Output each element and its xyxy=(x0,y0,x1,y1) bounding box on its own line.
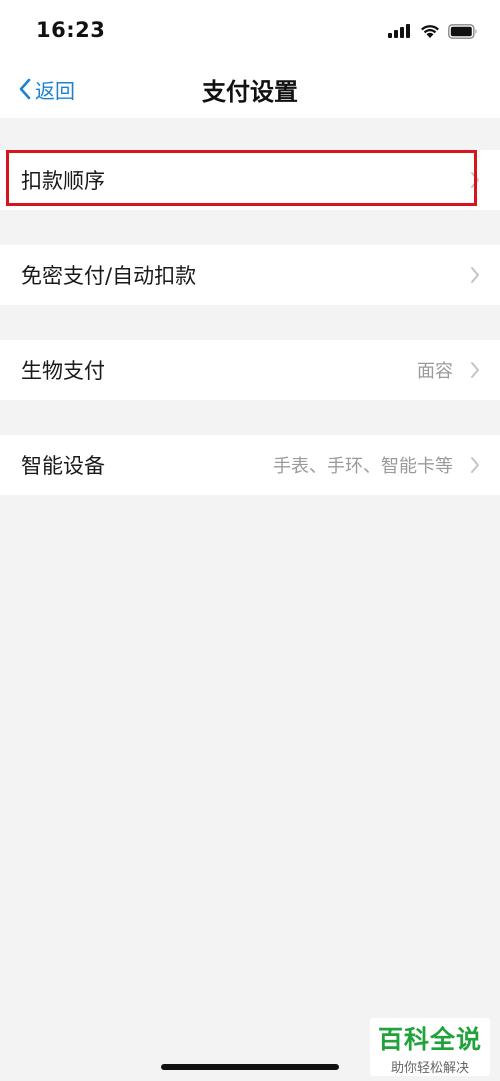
page-title: 支付设置 xyxy=(202,78,298,106)
row-value: 手表、手环、智能卡等 xyxy=(273,456,453,477)
status-icons xyxy=(388,21,478,41)
chevron-right-icon xyxy=(471,362,479,378)
watermark-slogan: 助你轻松解决 xyxy=(390,1061,469,1076)
row-label: 免密支付/自动扣款 xyxy=(21,264,197,288)
chevron-right-icon xyxy=(471,457,479,473)
status-time: 16:23 xyxy=(36,18,106,42)
status-bar: 16:23 xyxy=(0,0,500,60)
home-indicator[interactable] xyxy=(161,1064,339,1070)
row-value: 面容 xyxy=(417,361,453,382)
highlight-box xyxy=(6,150,477,206)
nav-bar: 返回 支付设置 xyxy=(0,60,500,118)
battery-icon xyxy=(448,23,477,39)
settings-row-password-free-payment[interactable]: 免密支付/自动扣款 xyxy=(0,245,500,305)
chevron-right-icon xyxy=(471,267,479,283)
settings-row-smart-devices[interactable]: 智能设备 手表、手环、智能卡等 xyxy=(0,435,500,495)
row-label: 生物支付 xyxy=(21,359,105,383)
watermark-logo: 百科全说 助你轻松解决 xyxy=(370,1018,490,1076)
wifi-icon xyxy=(421,24,439,38)
row-label: 智能设备 xyxy=(21,454,105,478)
signal-icon xyxy=(388,24,412,38)
settings-row-biometric-payment[interactable]: 生物支付 面容 xyxy=(0,340,500,400)
watermark-brand: 百科全说 xyxy=(377,1025,482,1054)
